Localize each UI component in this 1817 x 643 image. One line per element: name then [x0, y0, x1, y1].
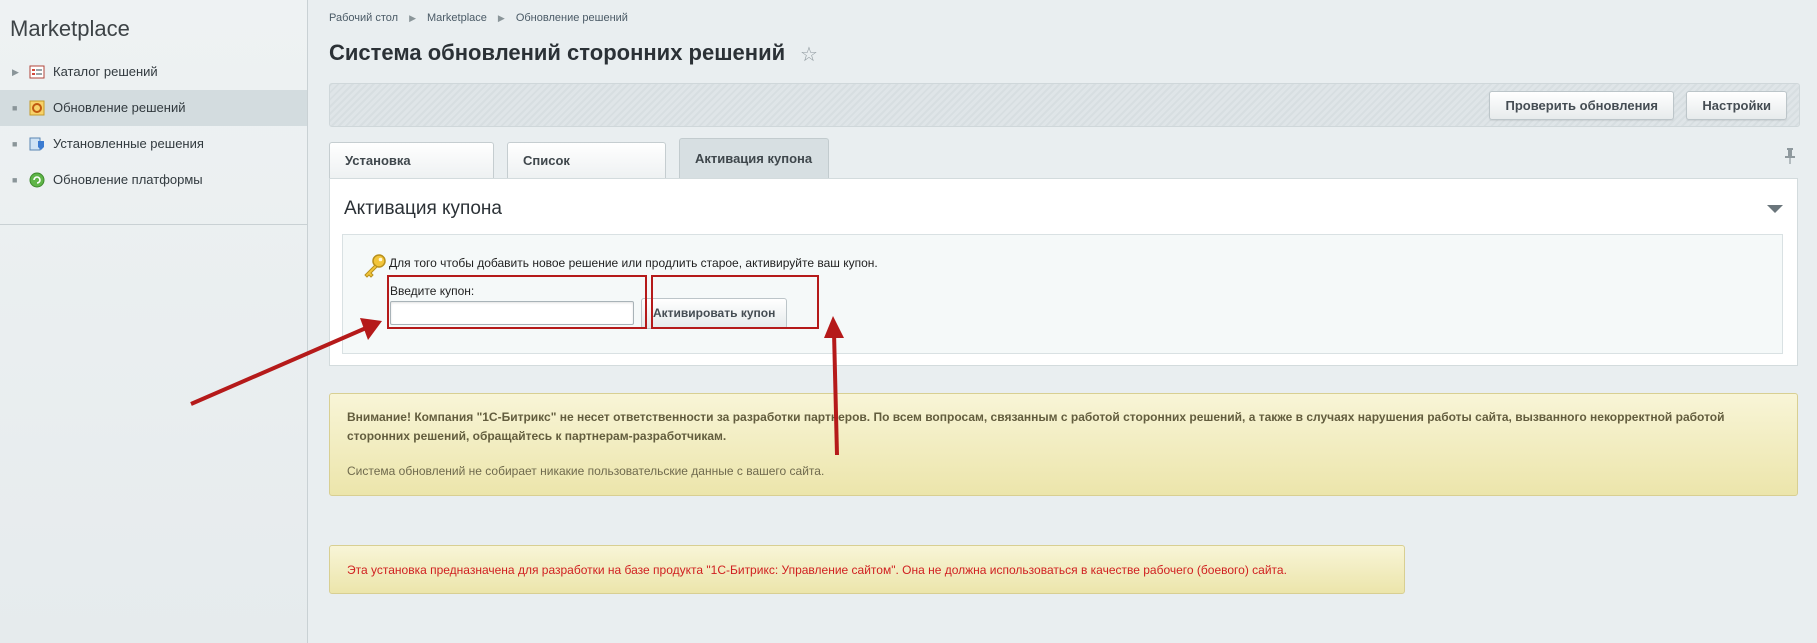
- privacy-note: Система обновлений не собирает никакие п…: [347, 464, 825, 478]
- expand-arrow-icon[interactable]: ▶: [12, 54, 19, 90]
- breadcrumb-item[interactable]: Рабочий стол: [329, 12, 398, 24]
- sidebar-nav: ▶ Каталог решений ■ Обновление решений ■…: [0, 54, 307, 198]
- bullet-icon: ■: [12, 103, 18, 113]
- update-solutions-icon: [29, 100, 45, 116]
- panel-title: Активация купона: [344, 198, 502, 219]
- platform-update-icon: [29, 172, 45, 188]
- tab-coupon-activation[interactable]: Активация купона: [679, 138, 829, 178]
- settings-button[interactable]: Настройки: [1686, 91, 1787, 120]
- page-title: Система обновлений сторонних решений: [329, 40, 786, 65]
- coupon-panel: Активация купона Для того чтобы добавить…: [329, 178, 1798, 366]
- pin-icon[interactable]: [1784, 147, 1796, 165]
- main-content: Рабочий стол ▶ Marketplace ▶ Обновление реше…: [308, 0, 1817, 643]
- coupon-form: Для того чтобы добавить новое решение ил…: [342, 234, 1783, 354]
- dev-notice-text: Эта установка предназначена для разработ…: [347, 563, 1287, 577]
- sidebar-item-label: Каталог решений: [53, 64, 158, 79]
- dev-notice-box: Эта установка предназначена для разработ…: [329, 545, 1405, 594]
- check-updates-button[interactable]: Проверить обновления: [1489, 91, 1674, 120]
- bullet-icon: ■: [12, 175, 18, 185]
- sidebar-divider: [0, 224, 308, 225]
- highlight-frame-input: [387, 275, 647, 329]
- sidebar-item-installed-solutions[interactable]: ■ Установленные решения: [0, 126, 307, 162]
- sidebar-item-label: Обновление платформы: [53, 172, 203, 187]
- highlight-frame-button: [651, 275, 819, 329]
- key-icon: [364, 254, 386, 278]
- breadcrumb-item[interactable]: Обновление решений: [516, 12, 628, 24]
- catalog-icon: [29, 65, 45, 79]
- bullet-icon: ■: [12, 139, 18, 149]
- breadcrumb-item[interactable]: Marketplace: [427, 12, 487, 24]
- breadcrumb-separator-icon: ▶: [409, 13, 416, 23]
- sidebar-item-label: Обновление решений: [53, 100, 186, 115]
- sidebar: Marketplace ▶ Каталог решений ■ Обновлен…: [0, 0, 308, 643]
- warning-text: Внимание! Компания "1С-Битрикс" не несет…: [347, 410, 1725, 443]
- tab-install-updates[interactable]: Установка обновлений: [329, 142, 494, 204]
- breadcrumb-separator-icon: ▶: [497, 13, 505, 23]
- sidebar-item-platform-update[interactable]: ■ Обновление платформы: [0, 162, 307, 198]
- collapse-triangle-icon[interactable]: [1767, 205, 1783, 213]
- sidebar-title: Marketplace: [10, 16, 130, 41]
- toolbar: Проверить обновления Настройки: [329, 83, 1800, 127]
- sidebar-item-catalog[interactable]: ▶ Каталог решений: [0, 54, 307, 90]
- star-icon[interactable]: ☆: [800, 42, 818, 67]
- breadcrumb: Рабочий стол ▶ Marketplace ▶ Обновление реше…: [329, 12, 628, 24]
- sidebar-item-update-solutions[interactable]: ■ Обновление решений: [0, 90, 307, 126]
- sidebar-item-label: Установленные решения: [53, 136, 204, 151]
- installed-solutions-icon: [29, 137, 44, 151]
- warning-box: Внимание! Компания "1С-Битрикс" не несет…: [329, 393, 1798, 496]
- tab-update-list[interactable]: Список обновлений: [507, 142, 666, 204]
- coupon-hint: Для того чтобы добавить новое решение ил…: [389, 256, 878, 270]
